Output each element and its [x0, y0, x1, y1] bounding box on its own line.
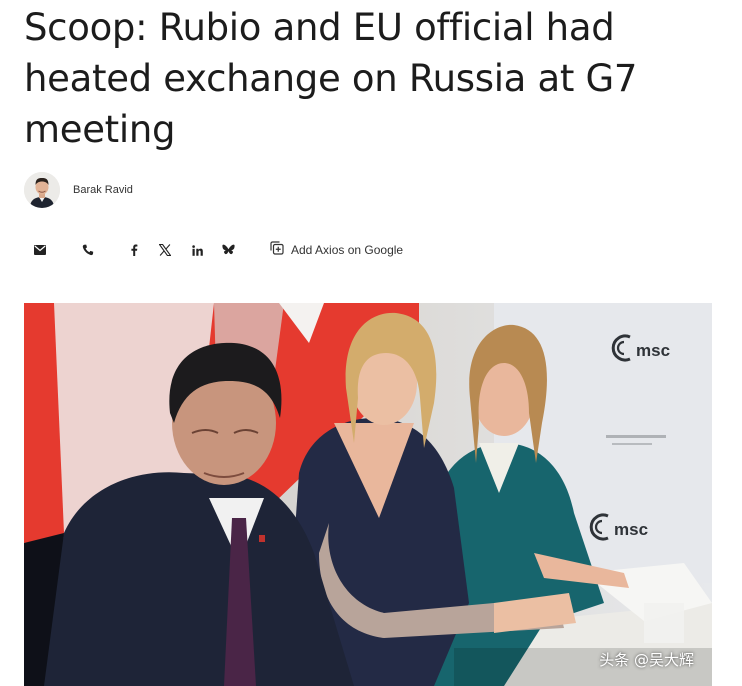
add-axios-on-google-label: Add Axios on Google	[291, 243, 404, 257]
facebook-icon[interactable]	[122, 238, 146, 262]
bluesky-icon[interactable]	[216, 238, 240, 262]
email-icon[interactable]	[28, 238, 52, 262]
phone-icon[interactable]	[76, 238, 100, 262]
photo-illustration: msc msc	[24, 303, 712, 686]
byline: Barak Ravid	[24, 172, 133, 208]
photo-watermark: 头条 @吴大辉	[599, 651, 694, 669]
article-hero-photo: msc msc 头条 @吴大辉	[24, 303, 712, 686]
linkedin-icon[interactable]	[185, 238, 209, 262]
share-bar: Add Axios on Google	[24, 238, 403, 262]
add-source-icon	[270, 240, 284, 260]
author-avatar[interactable]	[24, 172, 60, 208]
x-icon[interactable]	[153, 238, 177, 262]
msc-text-top: msc	[636, 341, 670, 360]
add-axios-on-google-button[interactable]: Add Axios on Google	[270, 240, 404, 260]
msc-text-bottom: msc	[614, 520, 648, 539]
article-headline: Scoop: Rubio and EU official had heated …	[24, 6, 638, 151]
author-name[interactable]: Barak Ravid	[73, 184, 133, 196]
avatar-portrait	[24, 172, 60, 208]
